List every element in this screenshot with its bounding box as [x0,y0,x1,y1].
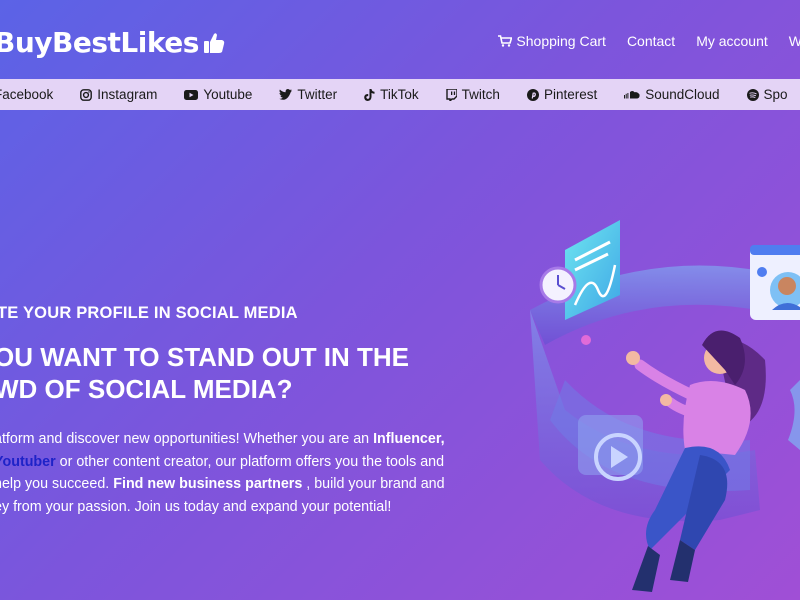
twitch-icon [445,88,457,101]
nav-shopping-cart[interactable]: Shopping Cart [498,33,606,49]
side-panel-shape [788,380,800,450]
hero-headline: OU WANT TO STAND OUT IN THE WD OF SOCIAL… [0,341,409,405]
youtuber-link[interactable]: Youtuber [0,454,56,470]
video-player-panel [578,415,643,481]
thumbs-up-icon [203,32,225,53]
network-item-youtube[interactable]: Youtube [184,87,252,102]
network-item-twitch[interactable]: Twitch [445,87,500,102]
headline-line-2: WD OF SOCIAL MEDIA? [0,374,293,404]
headline-line-1: OU WANT TO STAND OUT IN THE [0,342,410,372]
hero-illustration [530,220,800,592]
soundcloud-icon [624,91,640,99]
twitter-icon [279,89,293,100]
nav-contact[interactable]: Contact [627,33,675,49]
top-nav: Shopping Cart Contact My account W [498,33,800,49]
instagram-icon [80,88,93,101]
network-item-twitter[interactable]: Twitter [279,87,337,102]
spotify-icon [746,88,759,101]
network-item-pinterest[interactable]: Pinterest [526,87,597,102]
network-bar: Facebook Instagram Youtube Twitter TikTo… [0,79,800,110]
influencer-highlight: Influencer, [373,431,445,447]
nav-more[interactable]: W [789,33,800,49]
network-item-tiktok[interactable]: TikTok [364,87,419,102]
hero-description: atform and discover new opportunities! W… [0,428,514,518]
network-item-facebook[interactable]: Facebook [0,87,53,102]
decor-dot [581,335,591,345]
network-item-instagram[interactable]: Instagram [80,87,157,102]
pinterest-icon [526,88,539,101]
nav-my-account[interactable]: My account [696,33,768,49]
network-item-spotify[interactable]: Spo [746,87,788,102]
video-call-card [750,245,800,320]
hero-eyebrow: TE YOUR PROFILE IN SOCIAL MEDIA [0,304,298,322]
site-header: BuyBestLikes Shopping Cart Contact My ac… [0,0,800,80]
logo-text: BuyBestLikes [0,26,199,59]
site-logo[interactable]: BuyBestLikes [0,26,225,59]
youtube-icon [184,89,199,100]
business-partners-highlight: Find new business partners [113,476,303,492]
clock-icon [539,266,577,304]
tiktok-icon [364,88,375,101]
cart-icon [498,35,513,47]
network-item-soundcloud[interactable]: SoundCloud [624,87,720,102]
